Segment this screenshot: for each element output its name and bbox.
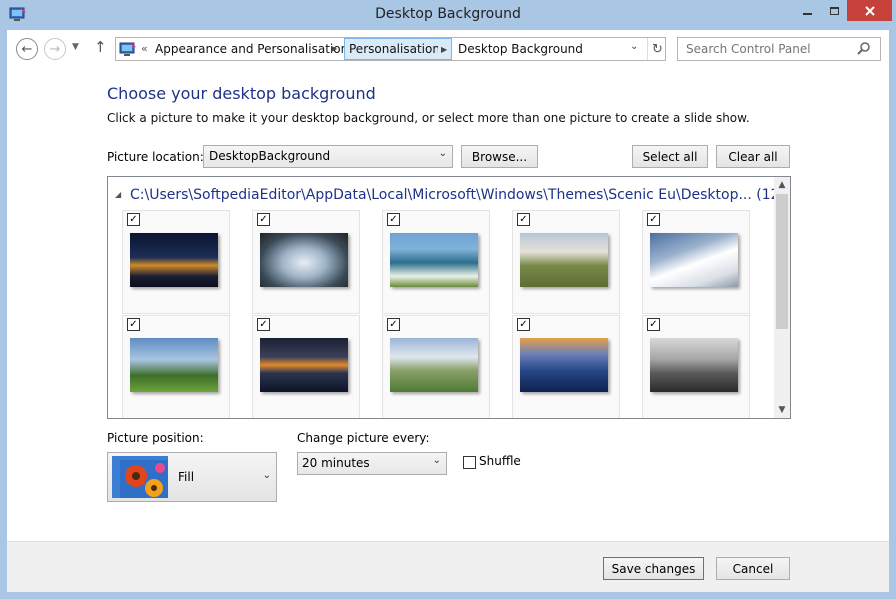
chevron-down-icon: ⌄: [262, 470, 271, 481]
title-bar[interactable]: Desktop Background: [0, 0, 896, 30]
position-preview: [112, 456, 168, 498]
search-icon[interactable]: [857, 41, 871, 55]
tile-checkbox[interactable]: ✓: [647, 318, 660, 331]
back-arrow-icon: ←: [21, 41, 33, 57]
picture-tile[interactable]: ✓: [122, 210, 230, 314]
picture-position-value: Fill: [178, 470, 195, 484]
picture-location-label: Picture location:: [107, 150, 204, 164]
breadcrumb-desktop-background[interactable]: Desktop Background: [458, 42, 583, 56]
shuffle-label[interactable]: Shuffle: [479, 454, 521, 468]
page-description: Click a picture to make it your desktop …: [107, 111, 750, 125]
maximize-button[interactable]: [821, 0, 847, 21]
clear-all-button[interactable]: Clear all: [716, 145, 790, 168]
picture-tile[interactable]: ✓: [252, 315, 360, 418]
thumbnail-image: [130, 233, 218, 287]
tile-checkbox[interactable]: ✓: [517, 318, 530, 331]
cancel-button[interactable]: Cancel: [716, 557, 790, 580]
client-area: ← → ▼ ↑ « Appearance and Personalisation…: [7, 30, 889, 592]
thumbnail-image: [130, 338, 218, 392]
chevron-down-icon: ⌄: [432, 455, 441, 466]
footer-bar: Save changes Cancel: [7, 541, 889, 592]
picture-location-select[interactable]: DesktopBackground ⌄: [203, 145, 453, 168]
tile-checkbox[interactable]: ✓: [387, 213, 400, 226]
minimize-button[interactable]: [794, 0, 821, 21]
page-title: Choose your desktop background: [107, 84, 376, 103]
thumbnail-image: [390, 233, 478, 287]
forward-button[interactable]: →: [44, 38, 66, 60]
refresh-icon: ↻: [652, 41, 663, 57]
thumbnail-image: [520, 338, 608, 392]
group-header[interactable]: C:\Users\SoftpediaEditor\AppData\Local\M…: [130, 187, 785, 203]
minimize-icon: [803, 12, 812, 15]
select-all-button[interactable]: Select all: [632, 145, 708, 168]
thumbnail-image: [650, 233, 738, 287]
change-interval-select[interactable]: 20 minutes ⌄: [297, 452, 447, 475]
breadcrumb-appearance[interactable]: Appearance and Personalisation: [155, 42, 348, 56]
tile-checkbox[interactable]: ✓: [387, 318, 400, 331]
picture-position-label: Picture position:: [107, 431, 204, 445]
tile-checkbox[interactable]: ✓: [257, 213, 270, 226]
thumbnail-image: [390, 338, 478, 392]
close-icon: [864, 5, 875, 16]
thumbnail-image: [260, 233, 348, 287]
scroll-thumb[interactable]: [776, 194, 788, 329]
scroll-down-icon[interactable]: ▼: [774, 402, 790, 418]
thumbnail-image: [260, 338, 348, 392]
picture-tile[interactable]: ✓: [642, 315, 750, 418]
collapse-group-icon[interactable]: ◢: [115, 190, 121, 199]
recent-pages-dropdown[interactable]: ▼: [72, 42, 79, 52]
breadcrumb-arrow-icon[interactable]: ▶: [331, 44, 337, 53]
flower-icon: [120, 460, 168, 498]
gallery-scrollbar[interactable]: ▲ ▼: [774, 177, 790, 418]
breadcrumb-arrow-icon: ▶: [441, 45, 448, 54]
picture-position-select[interactable]: Fill ⌄: [107, 452, 277, 502]
picture-tile[interactable]: ✓: [642, 210, 750, 314]
forward-arrow-icon: →: [49, 41, 61, 57]
picture-tile[interactable]: ✓: [512, 315, 620, 418]
up-button[interactable]: ↑: [94, 38, 107, 56]
browse-button[interactable]: Browse...: [461, 145, 538, 168]
thumbnail-image: [520, 233, 608, 287]
picture-tile[interactable]: ✓: [512, 210, 620, 314]
breadcrumb-arrow-button[interactable]: ▶: [438, 38, 452, 60]
scroll-up-icon[interactable]: ▲: [774, 177, 790, 193]
chevron-down-icon: ▼: [72, 42, 79, 52]
tile-checkbox[interactable]: ✓: [517, 213, 530, 226]
save-changes-button[interactable]: Save changes: [603, 557, 704, 580]
picture-gallery[interactable]: ◢ C:\Users\SoftpediaEditor\AppData\Local…: [107, 176, 791, 419]
close-button[interactable]: [847, 0, 892, 21]
shuffle-checkbox[interactable]: [463, 456, 476, 469]
address-dropdown-icon[interactable]: ⌄: [630, 41, 638, 52]
refresh-button[interactable]: ↻: [647, 38, 667, 60]
picture-tile[interactable]: ✓: [252, 210, 360, 314]
tile-checkbox[interactable]: ✓: [127, 213, 140, 226]
change-interval-value: 20 minutes: [302, 456, 370, 470]
thumbnail-image: [650, 338, 738, 392]
picture-tile[interactable]: ✓: [382, 210, 490, 314]
up-arrow-icon: ↑: [94, 38, 107, 56]
tile-checkbox[interactable]: ✓: [127, 318, 140, 331]
maximize-icon: [829, 6, 839, 15]
control-panel-icon: [119, 42, 136, 56]
tile-checkbox[interactable]: ✓: [257, 318, 270, 331]
back-button[interactable]: ←: [16, 38, 38, 60]
change-interval-label: Change picture every:: [297, 431, 430, 445]
picture-location-value: DesktopBackground: [209, 149, 331, 163]
picture-tile[interactable]: ✓: [122, 315, 230, 418]
breadcrumb-overflow[interactable]: «: [141, 42, 148, 55]
search-input[interactable]: [677, 37, 881, 61]
window-title: Desktop Background: [375, 6, 521, 22]
picture-tile[interactable]: ✓: [382, 315, 490, 418]
tile-checkbox[interactable]: ✓: [647, 213, 660, 226]
window: Desktop Background ← → ▼ ↑ « Appearance …: [0, 0, 896, 599]
chevron-down-icon: ⌄: [438, 148, 447, 159]
breadcrumb-personalisation[interactable]: Personalisation: [344, 38, 445, 60]
address-bar[interactable]: « Appearance and Personalisation ▶ Perso…: [115, 37, 666, 61]
